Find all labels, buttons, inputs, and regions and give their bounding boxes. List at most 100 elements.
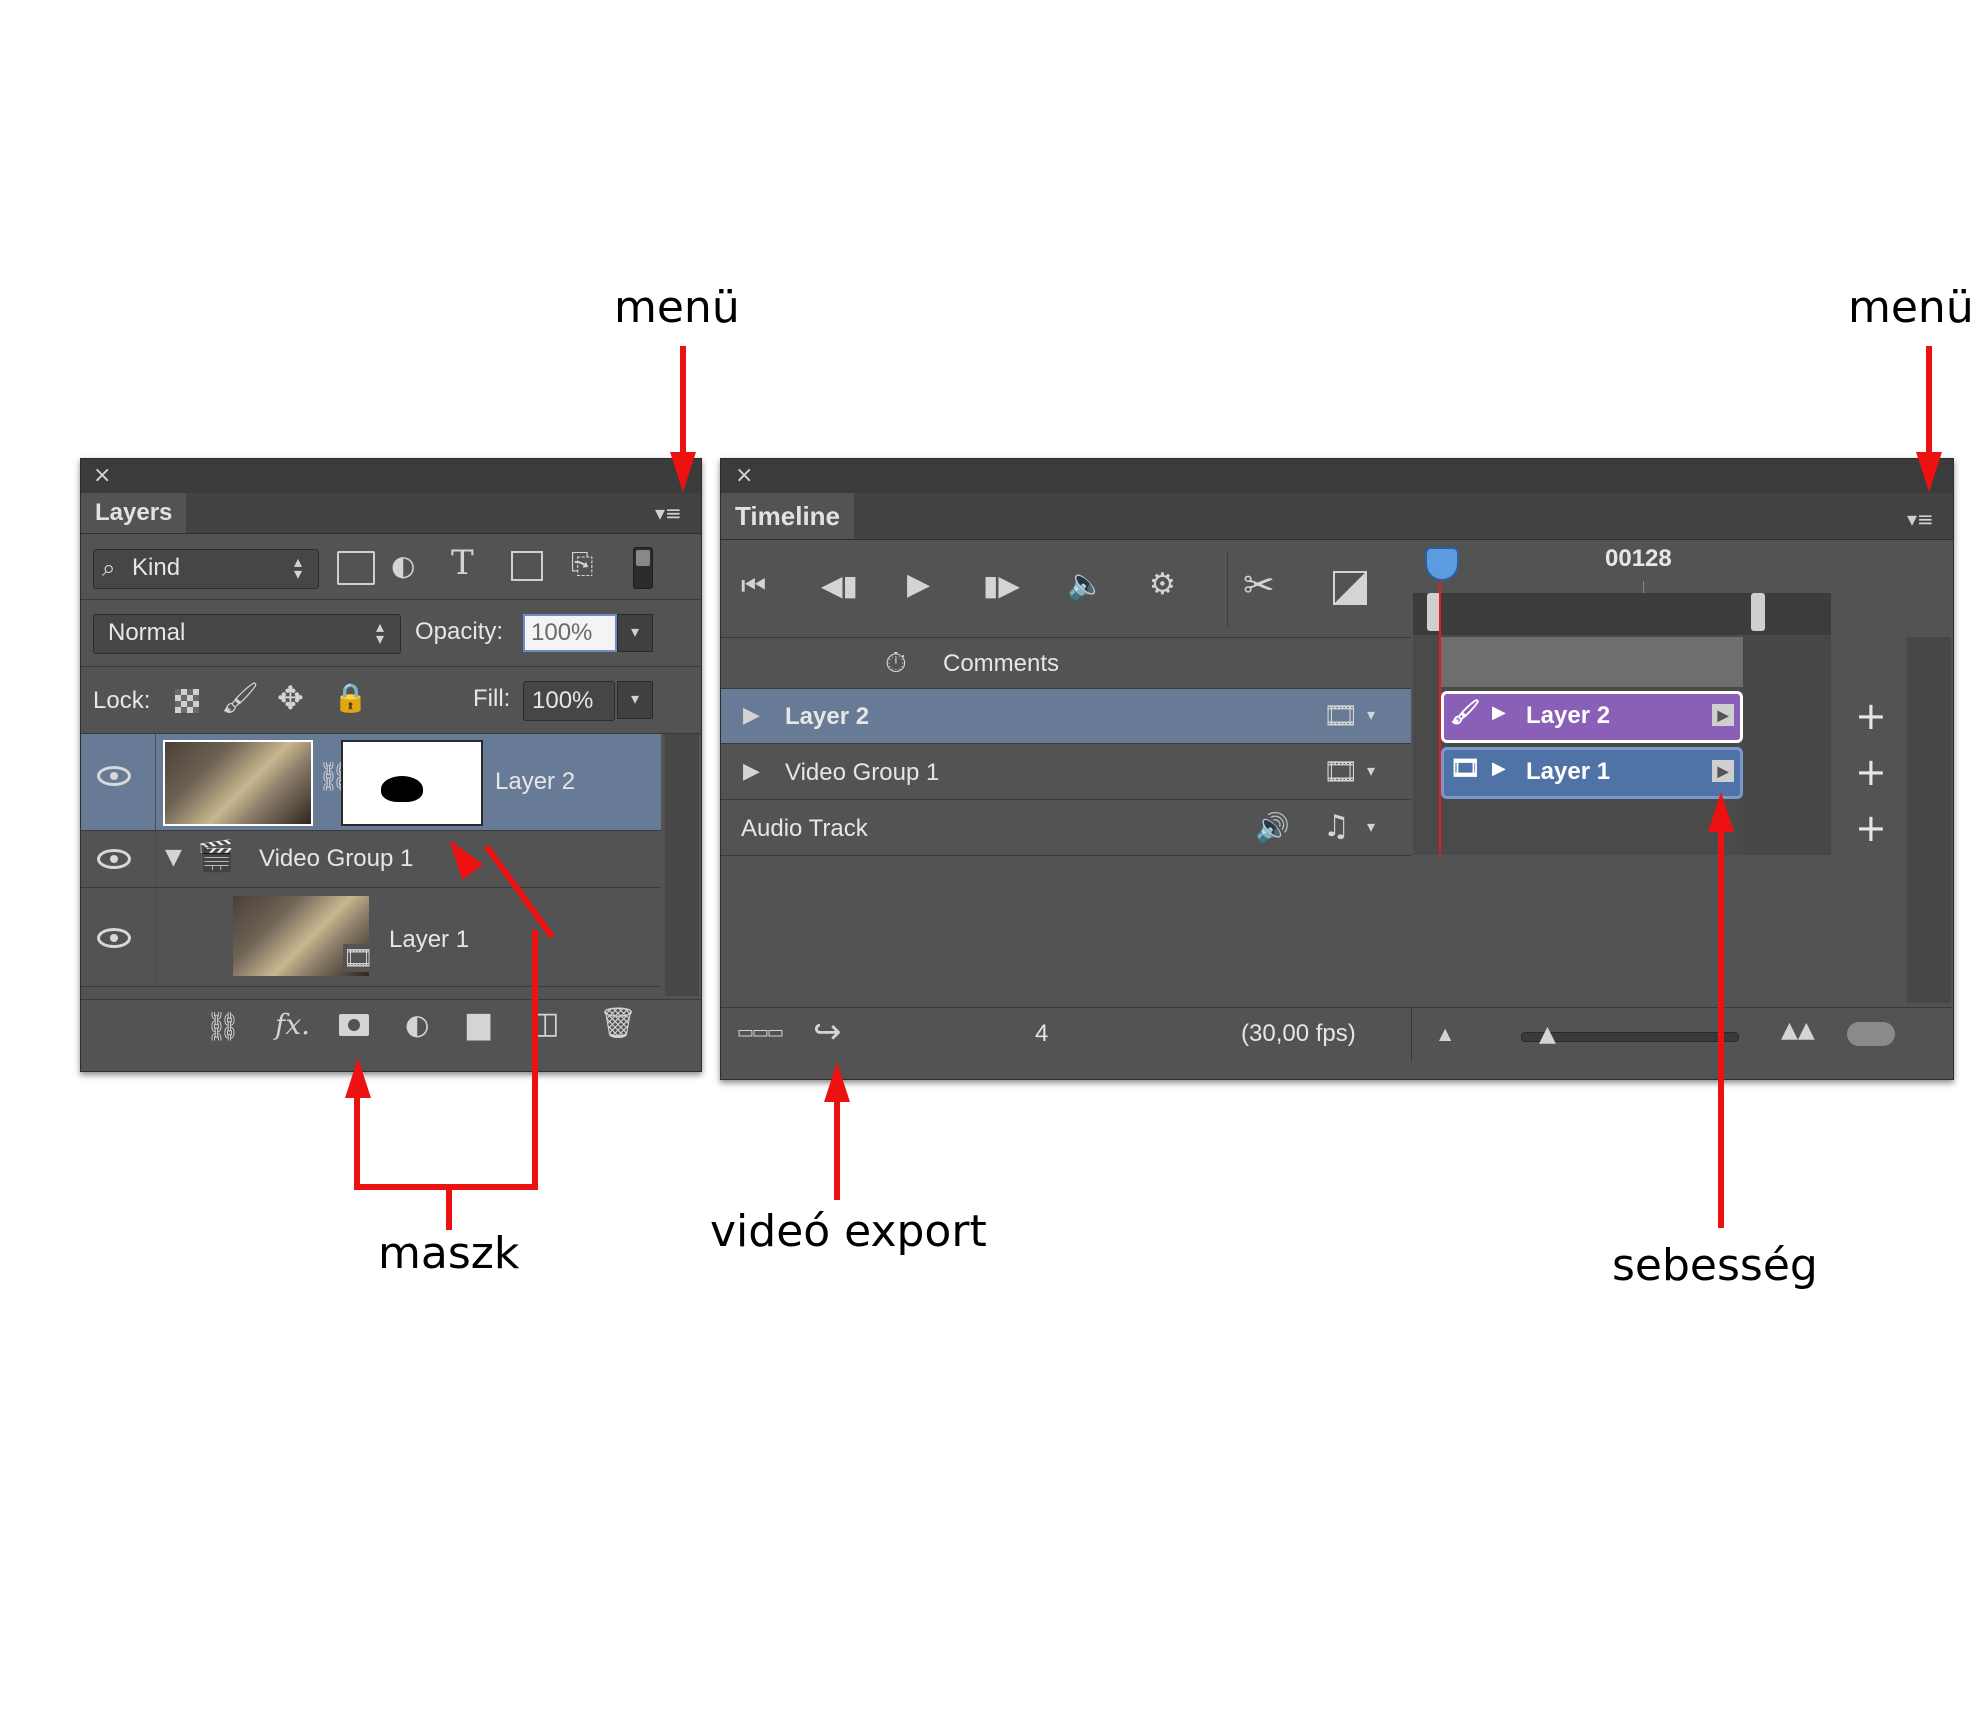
arrow-mask-right	[532, 930, 538, 1190]
zoom-out-mountain-icon[interactable]: ▲	[1439, 1024, 1451, 1043]
play-icon[interactable]: ▶	[907, 567, 930, 602]
clip-layer-2[interactable]: 🖌 ▶ Layer 2 ▶	[1441, 691, 1743, 743]
timeline-title-bar	[721, 459, 1953, 493]
add-media-plus-icon[interactable]: +	[1855, 753, 1887, 791]
arrow-video-export	[834, 1098, 840, 1200]
track-header-comments[interactable]: ⏱ Comments	[721, 637, 1411, 689]
shape-filter-icon[interactable]	[511, 551, 543, 581]
track-header-video-group-1[interactable]: ▶ Video Group 1 🎞 ▾	[721, 745, 1411, 800]
layer-row-video-group-1[interactable]: ▼ 🎬 Video Group 1	[81, 831, 661, 888]
film-strip-icon: 🎞	[1450, 754, 1481, 782]
layer-thumbnail[interactable]	[163, 740, 313, 826]
expand-triangle-icon[interactable]: ▼	[165, 845, 182, 870]
layer-row-layer-1[interactable]: 🎞 Layer 1	[81, 888, 661, 987]
fill-dropdown[interactable]: ▾	[617, 681, 653, 719]
visibility-eye-icon[interactable]	[97, 849, 131, 869]
track-header-audio[interactable]: Audio Track 🔊 ♫ ▾	[721, 801, 1411, 856]
zoom-in-mountain-icon[interactable]: ▲▲	[1781, 1018, 1815, 1043]
opacity-label: Opacity:	[415, 618, 504, 645]
expand-triangle-icon[interactable]: ▶	[743, 759, 760, 784]
layer-row-layer-2[interactable]: ⛓ Layer 2	[81, 734, 661, 831]
zoom-slider-thumb[interactable]: ▲	[1539, 1022, 1556, 1047]
add-media-plus-icon[interactable]: +	[1855, 697, 1887, 735]
blend-mode-select[interactable]: Normal ▴ ▾	[93, 614, 401, 654]
tab-timeline[interactable]: Timeline	[721, 493, 855, 539]
trash-icon[interactable]: 🗑	[599, 1006, 637, 1041]
go-to-first-frame-icon[interactable]: ⏮	[741, 569, 766, 603]
fx-icon[interactable]: fx.	[275, 1008, 310, 1041]
image-filter-icon[interactable]	[337, 551, 375, 585]
lock-position-icon[interactable]: ✥	[277, 679, 304, 717]
adjustment-layer-icon[interactable]: ◐	[405, 1008, 429, 1041]
chevron-down-icon[interactable]: ▾	[1367, 705, 1375, 724]
mute-audio-icon[interactable]: 🔈	[1067, 567, 1104, 602]
adjustment-filter-icon[interactable]: ◐	[391, 549, 415, 582]
film-strip-icon[interactable]: 🎞	[1323, 699, 1359, 732]
split-scissors-icon[interactable]: ✂	[1243, 563, 1275, 607]
visibility-eye-icon[interactable]	[97, 766, 131, 786]
time-ruler[interactable]: 00128	[1413, 541, 1831, 635]
stepper-icon: ▴ ▾	[376, 617, 385, 648]
panel-menu-icon[interactable]: ▾≡	[1907, 509, 1937, 529]
expand-triangle-icon[interactable]: ▶	[743, 703, 760, 728]
fill-label: Fill:	[473, 685, 511, 712]
filter-row: ⌕ Kind ▴ ▾ ◐ T ⎘	[81, 535, 701, 600]
current-frame: 00128	[1605, 545, 1672, 572]
convert-frame-animation-icon[interactable]: ▭▭▭	[737, 1022, 784, 1043]
visibility-eye-icon[interactable]	[97, 928, 131, 948]
smart-object-filter-icon[interactable]: ⎘	[571, 547, 593, 581]
playhead-line	[1439, 581, 1441, 855]
next-frame-icon[interactable]: ▮▶	[983, 569, 1020, 602]
clapperboard-icon: 🎬	[197, 839, 235, 874]
work-area-end-handle[interactable]	[1751, 593, 1765, 631]
clip-expand-icon[interactable]: ▶	[1492, 758, 1506, 779]
filter-kind-select[interactable]: ⌕ Kind ▴ ▾	[93, 549, 319, 589]
folder-icon[interactable]: ▆	[467, 1006, 490, 1041]
track-header-layer-2[interactable]: ▶ Layer 2 🎞 ▾	[721, 689, 1411, 744]
clip-speed-menu-icon[interactable]: ▶	[1712, 760, 1734, 782]
playhead-handle[interactable]	[1425, 547, 1459, 581]
clip-layer-1[interactable]: 🎞 ▶ Layer 1 ▶	[1441, 747, 1743, 799]
blend-mode-label: Normal	[108, 619, 186, 646]
clip-speed-menu-icon[interactable]: ▶	[1712, 704, 1734, 726]
fill-input[interactable]: 100%	[523, 681, 615, 721]
render-video-arrow-icon[interactable]: ↪	[813, 1012, 842, 1052]
panel-menu-icon[interactable]: ▾≡	[655, 503, 685, 523]
speaker-icon[interactable]: 🔊	[1255, 811, 1290, 844]
timeline-panel: × Timeline ▾≡ ⏮ ◀▮ ▶ ▮▶ 🔈 ⚙ ✂ ⏱ Comments…	[720, 458, 1954, 1080]
music-note-icon[interactable]: ♫	[1323, 809, 1350, 844]
add-audio-plus-icon[interactable]: +	[1855, 809, 1887, 847]
lock-transparent-pixels-icon[interactable]	[175, 689, 199, 713]
layers-scrollbar[interactable]	[665, 734, 699, 996]
layer-mask-thumbnail[interactable]	[341, 740, 483, 826]
filter-toggle[interactable]	[633, 547, 653, 589]
blend-row: Normal ▴ ▾ Opacity: 100% ▾	[81, 600, 701, 667]
layer-name: Video Group 1	[259, 845, 414, 872]
transition-icon[interactable]	[1333, 571, 1367, 605]
chevron-down-icon[interactable]: ▾	[1367, 817, 1375, 836]
timeline-bottom-bar: ▭▭▭ ↪ 4 (30,00 fps) ▲ ▲ ▲▲	[721, 1007, 1953, 1062]
tab-layers[interactable]: Layers	[81, 493, 187, 533]
type-filter-icon[interactable]: T	[451, 543, 474, 583]
opacity-input[interactable]: 100%	[523, 614, 617, 652]
annotation-menu-left: menü	[614, 282, 740, 333]
track-name: Audio Track	[741, 815, 868, 842]
work-area-bar[interactable]	[1413, 593, 1831, 635]
chevron-down-icon[interactable]: ▾	[1367, 761, 1375, 780]
transport-controls: ⏮ ◀▮ ▶ ▮▶ 🔈 ⚙ ✂	[721, 541, 1411, 637]
close-icon[interactable]: ×	[93, 465, 111, 487]
lock-all-icon[interactable]: 🔒	[333, 681, 368, 714]
previous-frame-icon[interactable]: ◀▮	[821, 569, 858, 602]
zoom-toggle-button[interactable]	[1847, 1022, 1895, 1046]
opacity-dropdown[interactable]: ▾	[617, 614, 653, 652]
film-strip-icon[interactable]: 🎞	[1323, 755, 1359, 788]
timeline-scrollbar[interactable]	[1907, 637, 1951, 1003]
layers-bottom-bar: ⛓ fx. ◐ ▆ ◫ 🗑	[81, 999, 701, 1054]
link-layers-icon[interactable]: ⛓	[205, 1010, 241, 1043]
close-icon[interactable]: ×	[735, 465, 753, 487]
clip-expand-icon[interactable]: ▶	[1492, 702, 1506, 723]
settings-gear-icon[interactable]: ⚙	[1149, 567, 1176, 602]
lock-image-pixels-icon[interactable]: 🖌	[221, 681, 259, 716]
add-mask-icon[interactable]	[339, 1014, 369, 1036]
lock-label: Lock:	[93, 687, 151, 714]
